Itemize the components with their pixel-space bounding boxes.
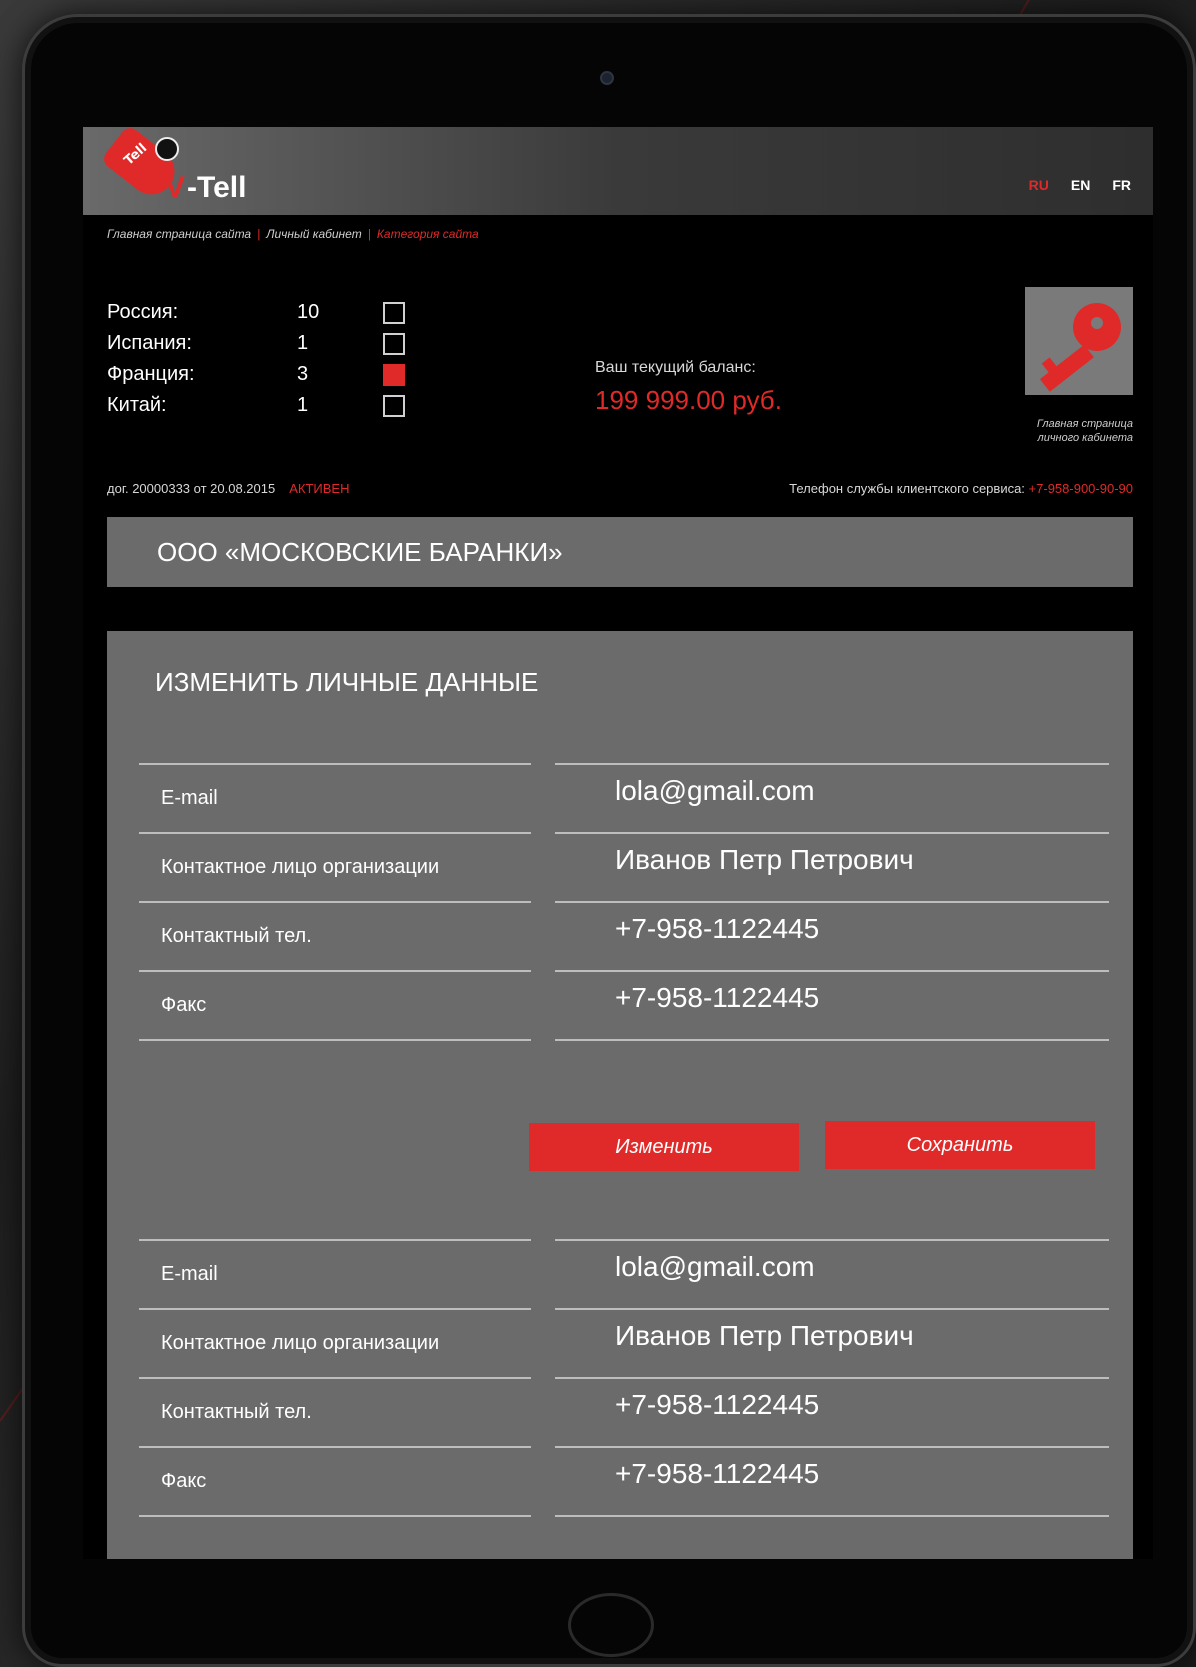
contract-status: АКТИВЕН [289,481,350,496]
language-switcher: RU EN FR [1029,177,1131,193]
fax-field[interactable] [615,1456,1095,1492]
phone-field[interactable] [615,1387,1095,1423]
form-row: E-mail [139,1239,1109,1308]
email-field[interactable] [615,1249,1095,1285]
support-phone[interactable]: +7-958-900-90-90 [1029,481,1133,496]
company-name: ООО «МОСКОВСКИЕ БАРАНКИ» [107,517,1133,587]
contract-text: дог. 20000333 от 20.08.2015 [107,481,276,496]
panel-title: ИЗМЕНИТЬ ЛИЧНЫЕ ДАННЫЕ [155,667,539,697]
camera-icon [600,71,614,85]
country-checkbox[interactable] [383,332,405,355]
screen: Tell V -Tell RU EN FR Главная страница с… [83,127,1153,1559]
breadcrumb-current[interactable]: Категория сайта [377,227,479,241]
logo-tag-text: Tell [121,140,151,169]
country-checkbox[interactable] [383,394,405,417]
cabinet-home-button[interactable] [1025,287,1133,395]
form-row: Факс [139,970,1109,1041]
country-count: 10 [297,301,320,323]
country-checkbox[interactable] [383,363,405,386]
form-row: Факс [139,1446,1109,1517]
save-button[interactable]: Сохранить [825,1121,1095,1169]
form-row: Контактное лицо организации [139,1308,1109,1377]
field-label: Контактный тел. [161,925,312,947]
field-label: Факс [161,994,207,1016]
field-label: E-mail [161,787,218,809]
lang-en[interactable]: EN [1071,177,1090,193]
balance-label: Ваш текущий баланс: [595,359,756,376]
field-label: Контактное лицо организации [161,1332,440,1354]
country-count: 1 [297,394,309,416]
field-label: Контактный тел. [161,1401,312,1423]
country-row: Испания: 1 [107,328,405,359]
breadcrumb-home[interactable]: Главная страница сайта [107,227,251,241]
country-checkbox[interactable] [383,301,405,324]
field-label: E-mail [161,1263,218,1285]
balance-value: 199 999.00 руб. [595,385,782,415]
contact-person-field[interactable] [615,842,1095,878]
cabinet-home-label[interactable]: Главная страница личного кабинета [1013,417,1133,445]
logo-dot-icon [155,137,179,161]
country-name: Россия: [107,301,179,323]
country-row: Россия: 10 [107,297,405,328]
tablet-frame: Tell V -Tell RU EN FR Главная страница с… [22,14,1196,1667]
logo-text: -Tell [187,171,247,204]
breadcrumb-separator: | [367,227,371,241]
breadcrumb-cabinet[interactable]: Личный кабинет [266,227,361,241]
form-row: Контактное лицо организации [139,832,1109,901]
profile-form-top: E-mail Контактное лицо организации Конта… [139,763,1109,1041]
logo-v: V [165,171,185,204]
country-list: Россия: 10 Испания: 1 Франция: 3 Китай: … [107,297,405,421]
contact-person-field[interactable] [615,1318,1095,1354]
field-label: Контактное лицо организации [161,856,440,878]
edit-profile-panel: ИЗМЕНИТЬ ЛИЧНЫЕ ДАННЫЕ E-mail Контактное… [107,631,1133,1559]
contract-info: дог. 20000333 от 20.08.2015 АКТИВЕН [107,481,350,496]
country-count: 3 [297,363,309,385]
country-name: Франция: [107,363,195,385]
lang-fr[interactable]: FR [1112,177,1131,193]
support-label: Телефон службы клиентского сервиса: [789,481,1025,496]
form-row: Контактный тел. [139,901,1109,970]
profile-form-bottom: E-mail Контактное лицо организации Конта… [139,1239,1109,1517]
phone-field[interactable] [615,911,1095,947]
breadcrumb-separator: | [257,227,261,241]
edit-button[interactable]: Изменить [529,1123,799,1171]
form-row: E-mail [139,763,1109,832]
form-row: Контактный тел. [139,1377,1109,1446]
support-info: Телефон службы клиентского сервиса: +7-9… [789,481,1133,496]
country-name: Китай: [107,394,167,416]
breadcrumb: Главная страница сайта | Личный кабинет | Ка… [107,227,479,241]
field-label: Факс [161,1470,207,1492]
site-header: Tell V -Tell RU EN FR [83,127,1153,215]
country-name: Испания: [107,332,192,354]
country-row: Китай: 1 [107,390,405,421]
home-button[interactable] [568,1593,654,1657]
email-field[interactable] [615,773,1095,809]
lang-ru[interactable]: RU [1029,177,1049,193]
country-row: Франция: 3 [107,359,405,390]
country-count: 1 [297,332,309,354]
fax-field[interactable] [615,980,1095,1016]
balance-block: Ваш текущий баланс: 199 999.00 руб. [595,359,782,416]
